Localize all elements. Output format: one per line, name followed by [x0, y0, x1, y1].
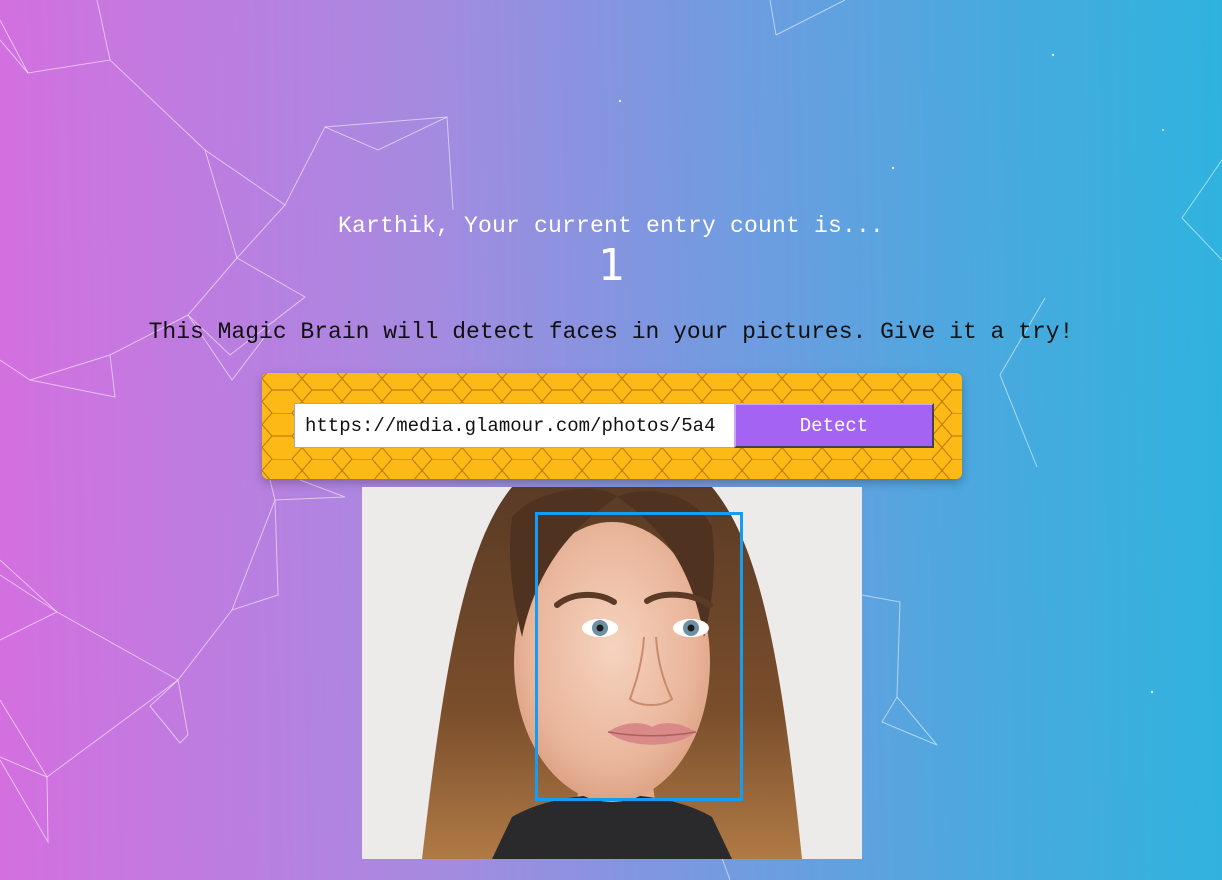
entry-count-message: Karthik, Your current entry count is...	[337, 213, 885, 239]
face-bounding-box	[535, 512, 743, 801]
image-url-form: Detect	[262, 373, 962, 479]
intro-text: This Magic Brain will detect faces in yo…	[148, 319, 1074, 345]
entry-count-value: 1	[597, 240, 625, 291]
detect-button[interactable]: Detect	[734, 403, 934, 448]
face-image	[362, 487, 862, 859]
image-url-input[interactable]	[294, 403, 735, 448]
